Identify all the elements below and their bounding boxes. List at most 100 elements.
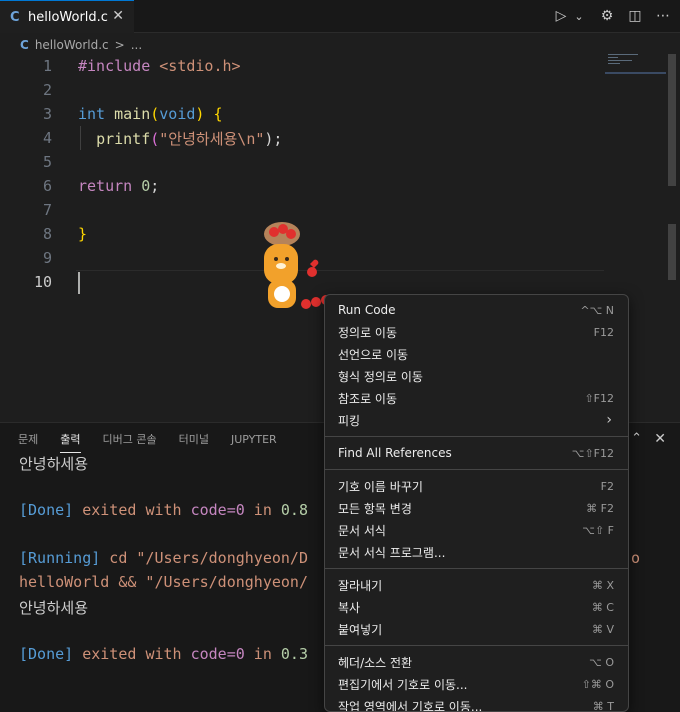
line-number: 3 bbox=[42, 105, 52, 123]
line-number: 8 bbox=[42, 225, 52, 243]
menu-item-go-to-symbol-in-editor[interactable]: 편집기에서 기호로 이동... ⇧⌘ O bbox=[325, 673, 628, 695]
menu-item-go-to-declaration[interactable]: 선언으로 이동 bbox=[325, 343, 628, 365]
line-number: 6 bbox=[42, 177, 52, 195]
gear-icon[interactable]: ⚙ bbox=[598, 6, 616, 26]
menu-item-rename-symbol[interactable]: 기호 이름 바꾸기 F2 bbox=[325, 475, 628, 497]
split-editor-icon[interactable]: ◫ bbox=[626, 6, 644, 26]
menu-item-go-to-definition[interactable]: 정의로 이동 F12 bbox=[325, 321, 628, 343]
menu-item-go-to-symbol-in-workspace[interactable]: 작업 영역에서 기호로 이동... ⌘ T bbox=[325, 695, 628, 712]
minimap-slider[interactable] bbox=[605, 72, 666, 74]
editor-tab-bar: C helloWorld.c ✕ ▷ ⌄ ⚙ ◫ ⋯ bbox=[0, 0, 680, 33]
vertical-scrollbar-thumb[interactable] bbox=[668, 224, 676, 280]
menu-item-label: 복사 bbox=[338, 600, 361, 615]
menu-item-copy[interactable]: 복사 ⌘ C bbox=[325, 596, 628, 618]
menu-item-paste[interactable]: 붙여넣기 ⌘ V bbox=[325, 618, 628, 640]
chevron-down-icon[interactable]: ⌄ bbox=[570, 6, 588, 26]
menu-item-find-all-references[interactable]: Find All References ⌥⇧F12 bbox=[325, 442, 628, 464]
output-line: [Done] exited with code=0 in 0.8 bbox=[19, 501, 308, 519]
code-line: 2 bbox=[0, 78, 610, 102]
menu-item-peek[interactable]: 피킹 › bbox=[325, 409, 628, 431]
menu-item-label: 편집기에서 기호로 이동... bbox=[338, 677, 468, 692]
editor-tab-helloworld[interactable]: C helloWorld.c ✕ bbox=[0, 0, 134, 33]
line-number: 9 bbox=[42, 249, 52, 267]
line-number: 7 bbox=[42, 201, 52, 219]
tab-problems[interactable]: 문제 bbox=[18, 431, 38, 447]
menu-item-label: 문서 서식 프로그램... bbox=[338, 545, 446, 560]
menu-item-label: 모든 항목 변경 bbox=[338, 501, 412, 516]
menu-item-label: 기호 이름 바꾸기 bbox=[338, 479, 423, 494]
breadcrumb-file[interactable]: helloWorld.c bbox=[35, 38, 109, 52]
code-token: } bbox=[78, 225, 88, 243]
output-line: [Done] exited with code=0 in 0.3 bbox=[19, 645, 308, 663]
editor-actions: ▷ ⌄ ⚙ ◫ ⋯ bbox=[552, 6, 672, 26]
breadcrumb-separator: > bbox=[114, 38, 125, 52]
code-token: ; bbox=[150, 177, 160, 195]
tab-debug-console[interactable]: 디버그 콘솔 bbox=[103, 431, 157, 447]
menu-item-switch-header-source[interactable]: 헤더/소스 전환 ⌥ O bbox=[325, 651, 628, 673]
code-token: ); bbox=[264, 129, 283, 148]
menu-item-go-to-references[interactable]: 참조로 이동 ⇧F12 bbox=[325, 387, 628, 409]
context-menu: Run Code ^⌥ N 정의로 이동 F12 선언으로 이동 형식 정의로 이동… bbox=[324, 294, 629, 712]
close-panel-icon[interactable]: ✕ bbox=[654, 431, 666, 447]
line-number: 5 bbox=[42, 153, 52, 171]
menu-item-shortcut: ⌥ O bbox=[589, 655, 614, 669]
code-line: 3 int main(void) { bbox=[0, 102, 610, 126]
menu-item-shortcut: F2 bbox=[600, 479, 614, 493]
breadcrumb-more[interactable]: ... bbox=[131, 38, 142, 52]
menu-separator bbox=[325, 469, 628, 470]
menu-item-go-to-type-definition[interactable]: 형식 정의로 이동 bbox=[325, 365, 628, 387]
menu-item-label: 정의로 이동 bbox=[338, 325, 398, 340]
menu-item-label: 잘라내기 bbox=[338, 578, 383, 593]
menu-item-cut[interactable]: 잘라내기 ⌘ X bbox=[325, 574, 628, 596]
tab-jupyter[interactable]: JUPYTER bbox=[231, 433, 277, 446]
code-token: ( bbox=[150, 129, 160, 148]
menu-separator bbox=[325, 645, 628, 646]
line-number: 10 bbox=[33, 273, 52, 291]
chevron-right-icon: › bbox=[606, 412, 612, 428]
code-token: <stdio.h> bbox=[150, 57, 241, 75]
code-line: 4 printf("안녕하세용\n"); bbox=[0, 126, 610, 150]
c-language-icon: C bbox=[10, 9, 20, 25]
code-token: return bbox=[78, 177, 133, 195]
vertical-scrollbar[interactable] bbox=[668, 54, 676, 186]
maximize-panel-icon[interactable]: ⌃ bbox=[631, 431, 642, 446]
menu-item-shortcut: F12 bbox=[593, 325, 614, 339]
menu-item-label: 피킹 bbox=[338, 413, 361, 428]
output-line: helloWorld && "/Users/donghyeon/ bbox=[19, 573, 308, 591]
tab-terminal[interactable]: 터미널 bbox=[179, 431, 209, 447]
menu-item-label: 붙여넣기 bbox=[338, 622, 383, 637]
code-line: 6 return 0; bbox=[0, 174, 610, 198]
tab-output[interactable]: 출력 bbox=[60, 431, 81, 453]
menu-item-label: 작업 영역에서 기호로 이동... bbox=[338, 699, 483, 712]
menu-item-shortcut: ⌘ F2 bbox=[586, 501, 614, 515]
play-icon[interactable]: ▷ bbox=[552, 6, 570, 26]
menu-item-run-code[interactable]: Run Code ^⌥ N bbox=[325, 299, 628, 321]
more-icon[interactable]: ⋯ bbox=[654, 6, 672, 26]
menu-item-shortcut: ⌥⇧ F bbox=[582, 523, 614, 537]
tab-label: helloWorld.c bbox=[28, 9, 108, 25]
menu-item-shortcut: ⌥⇧F12 bbox=[571, 446, 614, 460]
code-line: 1 #include <stdio.h> bbox=[0, 54, 610, 78]
line-number: 2 bbox=[42, 81, 52, 99]
menu-item-shortcut: ⌘ V bbox=[591, 622, 614, 636]
line-number: 1 bbox=[42, 57, 52, 75]
menu-item-format-document-with[interactable]: 문서 서식 프로그램... bbox=[325, 541, 628, 563]
code-line: 5 bbox=[0, 150, 610, 174]
menu-separator bbox=[325, 568, 628, 569]
code-token: { bbox=[204, 105, 223, 123]
close-tab-icon[interactable]: ✕ bbox=[112, 8, 124, 24]
breadcrumb: C helloWorld.c > ... bbox=[20, 36, 142, 54]
output-line: 안녕하세용 bbox=[19, 455, 89, 473]
menu-item-shortcut: ⌘ T bbox=[592, 699, 614, 712]
output-line: [Running] cd "/Users/donghyeon/D bbox=[19, 549, 308, 567]
menu-item-change-all-occurrences[interactable]: 모든 항목 변경 ⌘ F2 bbox=[325, 497, 628, 519]
line-number: 4 bbox=[42, 129, 52, 147]
menu-item-label: Find All References bbox=[338, 446, 452, 460]
menu-item-label: 문서 서식 bbox=[338, 523, 386, 538]
c-language-icon: C bbox=[20, 38, 29, 52]
menu-item-format-document[interactable]: 문서 서식 ⌥⇧ F bbox=[325, 519, 628, 541]
code-token: ( bbox=[150, 105, 160, 123]
